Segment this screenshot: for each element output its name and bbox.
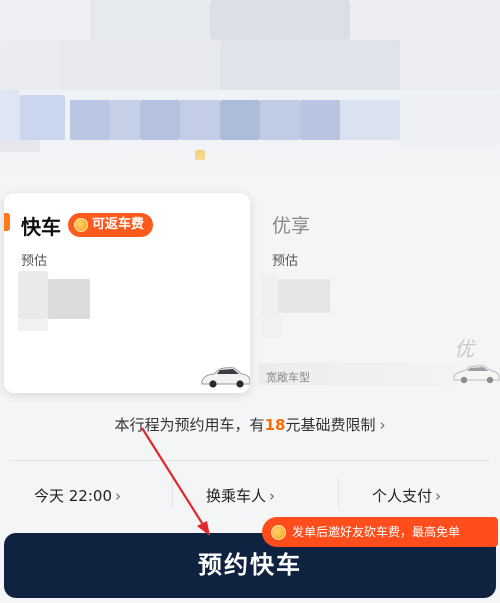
chevron-right-icon: ›	[435, 487, 442, 505]
divider	[10, 460, 490, 461]
option-label: 个人支付	[372, 487, 433, 505]
car-card-title: 快车	[21, 215, 61, 239]
divider	[172, 478, 173, 508]
notice-prefix: 本行程为预约用车，有	[114, 416, 265, 434]
car-icon	[201, 367, 250, 388]
wide-car-tag: 宽敞车型	[266, 371, 310, 384]
selected-indicator	[4, 213, 10, 231]
change-passenger-option[interactable]: 换乘车人 ›	[206, 485, 275, 506]
promo-tooltip[interactable]: 发单后邀好友砍车费，最高免单	[262, 517, 498, 547]
blurred-map-header	[0, 0, 500, 175]
chevron-right-icon: ›	[115, 487, 121, 505]
badge-label: 可返车费	[92, 217, 145, 232]
refund-badge: 可返车费	[68, 213, 154, 237]
promo-text: 发单后邀好友砍车费，最高免单	[292, 525, 461, 539]
price-blurred	[260, 273, 278, 317]
payment-option[interactable]: 个人支付 ›	[372, 485, 441, 506]
car-type-cards: 快车 可返车费 预估 优享 预估 优 宽敞车型	[0, 193, 500, 398]
chevron-right-icon: ›	[379, 416, 386, 434]
car-card-kuaiche[interactable]: 快车 可返车费 预估	[4, 193, 250, 393]
price-blurred	[18, 271, 48, 319]
divider	[338, 478, 339, 508]
car-icon	[453, 365, 500, 384]
departure-time-option[interactable]: 今天 22:00 ›	[34, 485, 121, 506]
estimate-label: 预估	[21, 254, 48, 269]
chevron-right-icon: ›	[269, 487, 276, 505]
estimate-label: 预估	[272, 254, 299, 269]
coin-icon	[271, 525, 286, 540]
notice-suffix: 元基础费限制	[285, 416, 376, 434]
coin-icon	[74, 218, 88, 232]
reservation-notice[interactable]: 本行程为预约用车，有18元基础费限制 ›	[0, 414, 500, 435]
option-label: 今天 22:00	[34, 487, 112, 505]
option-label: 换乘车人	[206, 487, 267, 505]
car-card-title: 优享	[272, 215, 311, 237]
base-fee-amount: 18	[264, 416, 286, 434]
youxiang-watermark: 优	[454, 337, 474, 361]
